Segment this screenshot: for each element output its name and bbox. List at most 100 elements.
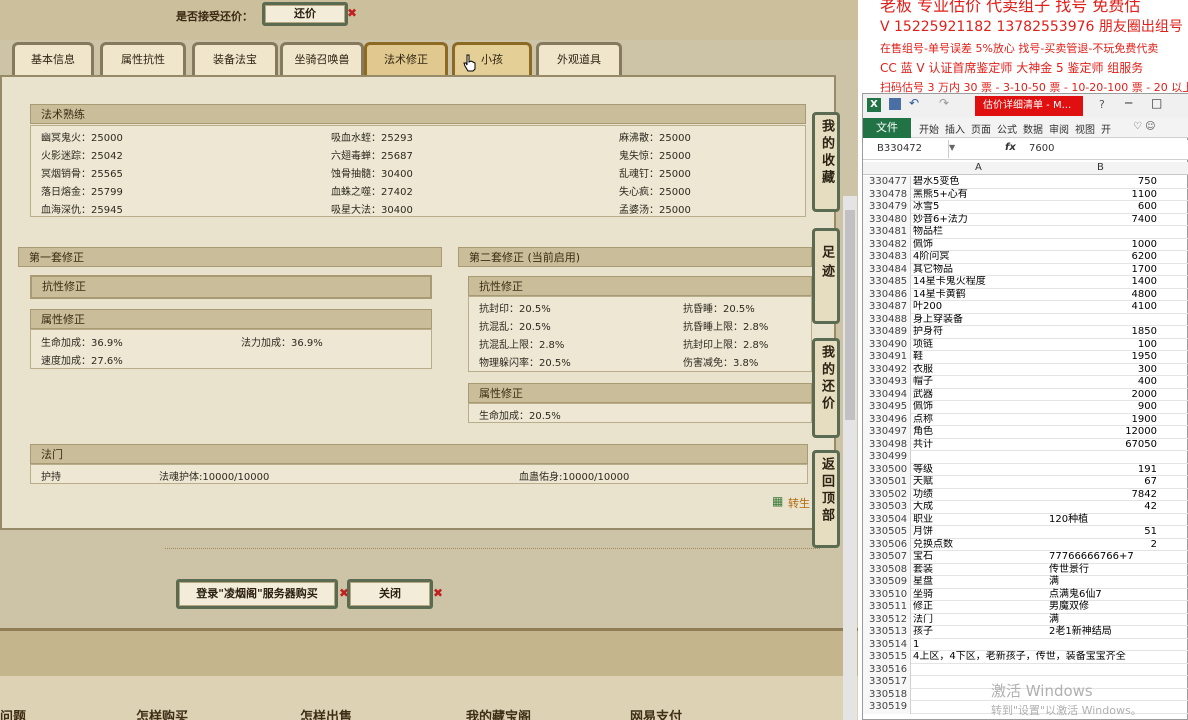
side-nav-back-to-top[interactable]: 返回顶部 (812, 450, 840, 548)
cell-b[interactable]: 7842 (1049, 489, 1157, 501)
name-box[interactable]: B330472 (863, 140, 949, 158)
ribbon-tab-view[interactable]: 视图 (1075, 121, 1095, 136)
row-number[interactable]: 330508 (863, 563, 911, 576)
cell-a[interactable]: 佩饰 (913, 239, 1049, 251)
row-number[interactable]: 330495 (863, 401, 911, 414)
ribbon-tab-page[interactable]: 页面 (971, 121, 991, 136)
row-number[interactable]: 330497 (863, 426, 911, 439)
row-number[interactable]: 330509 (863, 576, 911, 589)
cell-a[interactable]: 佩饰 (913, 401, 1049, 413)
footer-link-netease-pay[interactable]: 网易支付 (630, 706, 682, 720)
name-box-dropdown-icon[interactable]: ▼ (949, 143, 955, 152)
cell-b[interactable]: 191 (1049, 464, 1157, 476)
cell-a[interactable]: 4上区，4下区，老新孩子，传世，装备宝宝齐全 (913, 651, 1153, 663)
cell-a[interactable]: 共计 (913, 439, 1049, 451)
cell-a[interactable]: 14星卡鬼火程度 (913, 276, 1049, 288)
col-b-header[interactable]: B (1097, 162, 1104, 173)
cell-b[interactable]: 男魔双修 (1049, 601, 1157, 613)
tab-basic-info[interactable]: 基本信息 (12, 42, 94, 75)
save-icon[interactable] (889, 98, 901, 110)
row-number[interactable]: 330498 (863, 438, 911, 451)
cell-a[interactable]: 等级 (913, 464, 1049, 476)
cell-b[interactable]: 1950 (1049, 351, 1157, 363)
row-number[interactable]: 330488 (863, 313, 911, 326)
col-a-header[interactable]: A (975, 162, 982, 173)
transfer-link[interactable]: 转生 (788, 495, 810, 511)
row-number[interactable]: 330490 (863, 338, 911, 351)
redo-icon[interactable]: ↷ (939, 96, 949, 110)
cell-b[interactable]: 满 (1049, 614, 1157, 626)
scrollbar-thumb[interactable] (845, 210, 855, 420)
cell-b[interactable]: 77766666766+7 (1049, 551, 1157, 563)
cell-a[interactable]: 身上穿装备 (913, 314, 1049, 326)
row-number[interactable]: 330478 (863, 188, 911, 201)
row-number[interactable]: 330493 (863, 376, 911, 389)
cell-b[interactable]: 12000 (1049, 426, 1157, 438)
cell-b[interactable]: 6200 (1049, 251, 1157, 263)
cell-b[interactable]: 300 (1049, 364, 1157, 376)
row-number[interactable]: 330491 (863, 351, 911, 364)
row-number[interactable]: 330484 (863, 263, 911, 276)
cell-a[interactable]: 项链 (913, 339, 1049, 351)
row-number[interactable]: 330479 (863, 201, 911, 214)
cell-a[interactable]: 孩子 (913, 626, 1049, 638)
cell-b[interactable]: 600 (1049, 201, 1157, 213)
side-nav-my-counters[interactable]: 我的还价 (812, 338, 840, 438)
fx-icon[interactable]: fx (1005, 142, 1016, 153)
cell-b[interactable]: 2 (1049, 539, 1157, 551)
cell-a[interactable]: 1 (913, 639, 1049, 651)
cell-a[interactable]: 物品栏 (913, 226, 1049, 238)
cell-a[interactable]: 坐骑 (913, 589, 1049, 601)
cell-b[interactable]: 满 (1049, 576, 1157, 588)
ribbon-tab-home[interactable]: 开始 (919, 121, 939, 136)
cell-b[interactable]: 42 (1049, 501, 1157, 513)
cell-b[interactable]: 4100 (1049, 301, 1157, 313)
cell-b[interactable]: 750 (1049, 176, 1157, 188)
row-number[interactable]: 330494 (863, 388, 911, 401)
row-number[interactable]: 330505 (863, 526, 911, 539)
footer-link-my-treasure[interactable]: 我的藏宝阁 (466, 706, 531, 720)
footer-link-faq[interactable]: 问题 (0, 706, 26, 720)
cell-a[interactable]: 星盘 (913, 576, 1049, 588)
tab-appearance[interactable]: 外观道具 (536, 42, 622, 75)
side-nav-footprints[interactable]: 足迹 (812, 228, 840, 324)
row-number[interactable]: 330480 (863, 213, 911, 226)
cell-b[interactable]: 2000 (1049, 389, 1157, 401)
cell-a[interactable]: 法门 (913, 614, 1049, 626)
cell-a[interactable]: 鞋 (913, 351, 1049, 363)
ribbon-tab-data[interactable]: 数据 (1023, 121, 1043, 136)
row-number[interactable]: 330499 (863, 451, 911, 464)
row-number[interactable]: 330515 (863, 651, 911, 664)
row-number[interactable]: 330517 (863, 676, 911, 689)
close-x-icon[interactable]: ✖ (347, 6, 357, 20)
cell-b[interactable]: 900 (1049, 401, 1157, 413)
footer-link-how-to-buy[interactable]: 怎样购买 (136, 706, 188, 720)
row-number[interactable]: 330502 (863, 488, 911, 501)
row-number[interactable]: 330486 (863, 288, 911, 301)
row-number[interactable]: 330496 (863, 413, 911, 426)
row-number[interactable]: 330504 (863, 513, 911, 526)
ribbon-tab-review[interactable]: 审阅 (1049, 121, 1069, 136)
cell-a[interactable]: 护身符 (913, 326, 1049, 338)
login-buy-button[interactable]: 登录"凌烟阁"服务器购买 (176, 579, 338, 609)
undo-icon[interactable]: ↶ (909, 96, 919, 110)
cell-a[interactable]: 14星卡黄鹤 (913, 289, 1049, 301)
cell-a[interactable]: 碧水5变色 (913, 176, 1049, 188)
cell-b[interactable]: 100 (1049, 339, 1157, 351)
cell-a[interactable]: 其它物品 (913, 264, 1049, 276)
cell-a[interactable]: 冰雪5 (913, 201, 1049, 213)
help-icon[interactable]: ? (1099, 98, 1105, 111)
cell-a[interactable]: 天赋 (913, 476, 1049, 488)
cell-a[interactable]: 角色 (913, 426, 1049, 438)
row-number[interactable]: 330513 (863, 626, 911, 639)
row-number[interactable]: 330492 (863, 363, 911, 376)
cell-a[interactable]: 4阶问冥 (913, 251, 1049, 263)
cell-a[interactable]: 衣服 (913, 364, 1049, 376)
cell-a[interactable]: 黑熊5+心有 (913, 189, 1049, 201)
row-number[interactable]: 330489 (863, 326, 911, 339)
file-tab[interactable]: 文件 (863, 118, 911, 138)
footer-link-how-to-sell[interactable]: 怎样出售 (300, 706, 352, 720)
cell-a[interactable]: 帽子 (913, 376, 1049, 388)
counter-offer-button[interactable]: 还价 (262, 2, 348, 26)
cell-b[interactable]: 点满鬼6仙7 (1049, 589, 1157, 601)
